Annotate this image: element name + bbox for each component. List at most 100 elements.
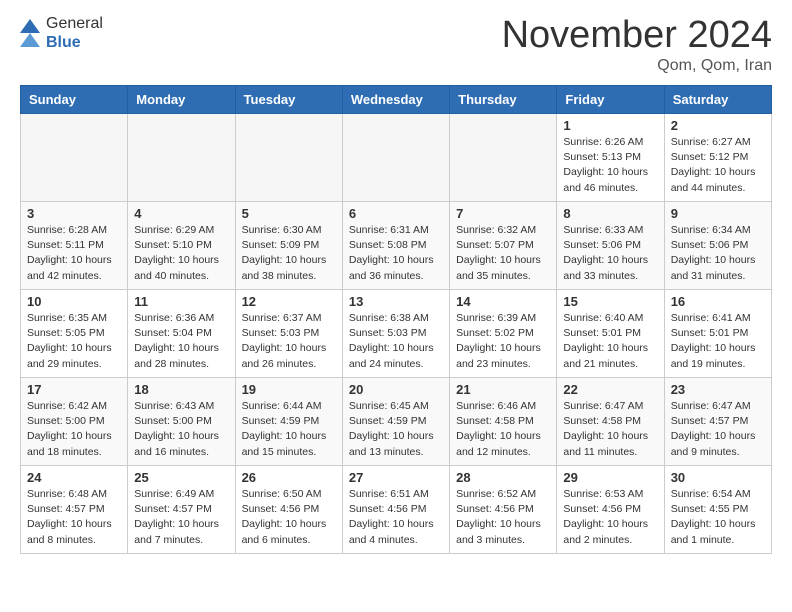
title-block: November 2024 Qom, Qom, Iran xyxy=(502,14,772,75)
logo-general: General xyxy=(46,14,103,33)
day-number: 29 xyxy=(563,470,657,485)
day-info: Sunrise: 6:34 AM Sunset: 5:06 PM Dayligh… xyxy=(671,224,756,282)
calendar-day-cell: 17 Sunrise: 6:42 AM Sunset: 5:00 PM Dayli… xyxy=(21,378,128,466)
logo-blue: Blue xyxy=(46,33,103,52)
day-number: 30 xyxy=(671,470,765,485)
calendar-day-cell: 21Sunrise: 6:46 AM Sunset: 4:58 PM Dayli… xyxy=(450,378,557,466)
weekday-header-friday: Friday xyxy=(557,86,664,114)
day-info: Sunrise: 6:45 AM Sunset: 4:59 PM Dayligh… xyxy=(349,400,434,458)
day-number: 17 xyxy=(27,382,121,397)
day-info: Sunrise: 6:51 AM Sunset: 4:56 PM Dayligh… xyxy=(349,488,434,546)
calendar-day-cell: 11Sunrise: 6:36 AM Sunset: 5:04 PM Dayli… xyxy=(128,290,235,378)
day-number: 18 xyxy=(134,382,228,397)
month-title: November 2024 xyxy=(502,14,772,57)
day-info: Sunrise: 6:47 AM Sunset: 4:57 PM Dayligh… xyxy=(671,400,756,458)
day-number: 7 xyxy=(456,206,550,221)
day-info: Sunrise: 6:38 AM Sunset: 5:03 PM Dayligh… xyxy=(349,312,434,370)
calendar-day-cell: 20 Sunrise: 6:45 AM Sunset: 4:59 PM Dayli… xyxy=(342,378,449,466)
day-info: Sunrise: 6:37 AM Sunset: 5:03 PM Dayligh… xyxy=(242,312,327,370)
day-number: 15 xyxy=(563,294,657,309)
day-info: Sunrise: 6:47 AM Sunset: 4:58 PM Dayligh… xyxy=(563,400,648,458)
weekday-header-thursday: Thursday xyxy=(450,86,557,114)
day-info: Sunrise: 6:43 AM Sunset: 5:00 PM Dayligh… xyxy=(134,400,219,458)
day-number: 16 xyxy=(671,294,765,309)
calendar-day-cell: 14 Sunrise: 6:39 AM Sunset: 5:02 PM Dayli… xyxy=(450,290,557,378)
day-info: Sunrise: 6:54 AM Sunset: 4:55 PM Dayligh… xyxy=(671,488,756,546)
calendar-day-cell: 8 Sunrise: 6:33 AM Sunset: 5:06 PM Daylig… xyxy=(557,202,664,290)
day-info: Sunrise: 6:26 AM Sunset: 5:13 PM Dayligh… xyxy=(563,136,648,194)
calendar-day-cell: 5 Sunrise: 6:30 AM Sunset: 5:09 PM Daylig… xyxy=(235,202,342,290)
day-info: Sunrise: 6:42 AM Sunset: 5:00 PM Dayligh… xyxy=(27,400,112,458)
calendar-day-cell: 1Sunrise: 6:26 AM Sunset: 5:13 PM Daylig… xyxy=(557,114,664,202)
calendar-day-cell xyxy=(342,114,449,202)
location-title: Qom, Qom, Iran xyxy=(502,57,772,75)
calendar-day-cell: 28 Sunrise: 6:52 AM Sunset: 4:56 PM Dayli… xyxy=(450,466,557,554)
header: General Blue November 2024 Qom, Qom, Ira… xyxy=(0,0,792,85)
day-info: Sunrise: 6:39 AM Sunset: 5:02 PM Dayligh… xyxy=(456,312,541,370)
day-info: Sunrise: 6:27 AM Sunset: 5:12 PM Dayligh… xyxy=(671,136,756,194)
day-number: 10 xyxy=(27,294,121,309)
day-info: Sunrise: 6:33 AM Sunset: 5:06 PM Dayligh… xyxy=(563,224,648,282)
day-number: 24 xyxy=(27,470,121,485)
day-number: 19 xyxy=(242,382,336,397)
weekday-header-sunday: Sunday xyxy=(21,86,128,114)
weekday-header-tuesday: Tuesday xyxy=(235,86,342,114)
day-number: 8 xyxy=(563,206,657,221)
calendar-week-row: 10 Sunrise: 6:35 AM Sunset: 5:05 PM Dayli… xyxy=(21,290,772,378)
day-info: Sunrise: 6:29 AM Sunset: 5:10 PM Dayligh… xyxy=(134,224,219,282)
day-number: 23 xyxy=(671,382,765,397)
day-info: Sunrise: 6:49 AM Sunset: 4:57 PM Dayligh… xyxy=(134,488,219,546)
calendar-day-cell: 4Sunrise: 6:29 AM Sunset: 5:10 PM Daylig… xyxy=(128,202,235,290)
day-number: 20 xyxy=(349,382,443,397)
calendar-day-cell: 10 Sunrise: 6:35 AM Sunset: 5:05 PM Dayli… xyxy=(21,290,128,378)
day-info: Sunrise: 6:35 AM Sunset: 5:05 PM Dayligh… xyxy=(27,312,112,370)
day-info: Sunrise: 6:41 AM Sunset: 5:01 PM Dayligh… xyxy=(671,312,756,370)
calendar-week-row: 1Sunrise: 6:26 AM Sunset: 5:13 PM Daylig… xyxy=(21,114,772,202)
calendar-day-cell: 24 Sunrise: 6:48 AM Sunset: 4:57 PM Dayli… xyxy=(21,466,128,554)
day-number: 27 xyxy=(349,470,443,485)
day-info: Sunrise: 6:30 AM Sunset: 5:09 PM Dayligh… xyxy=(242,224,327,282)
calendar-day-cell: 2 Sunrise: 6:27 AM Sunset: 5:12 PM Daylig… xyxy=(664,114,771,202)
calendar-day-cell: 3 Sunrise: 6:28 AM Sunset: 5:11 PM Daylig… xyxy=(21,202,128,290)
calendar-week-row: 24 Sunrise: 6:48 AM Sunset: 4:57 PM Dayli… xyxy=(21,466,772,554)
day-info: Sunrise: 6:52 AM Sunset: 4:56 PM Dayligh… xyxy=(456,488,541,546)
calendar-day-cell: 29 Sunrise: 6:53 AM Sunset: 4:56 PM Dayli… xyxy=(557,466,664,554)
calendar-day-cell: 9 Sunrise: 6:34 AM Sunset: 5:06 PM Daylig… xyxy=(664,202,771,290)
day-info: Sunrise: 6:50 AM Sunset: 4:56 PM Dayligh… xyxy=(242,488,327,546)
day-info: Sunrise: 6:48 AM Sunset: 4:57 PM Dayligh… xyxy=(27,488,112,546)
calendar-day-cell xyxy=(450,114,557,202)
day-number: 14 xyxy=(456,294,550,309)
calendar-day-cell: 27 Sunrise: 6:51 AM Sunset: 4:56 PM Dayli… xyxy=(342,466,449,554)
day-info: Sunrise: 6:44 AM Sunset: 4:59 PM Dayligh… xyxy=(242,400,327,458)
calendar-day-cell: 30 Sunrise: 6:54 AM Sunset: 4:55 PM Dayli… xyxy=(664,466,771,554)
day-info: Sunrise: 6:31 AM Sunset: 5:08 PM Dayligh… xyxy=(349,224,434,282)
calendar-day-cell xyxy=(128,114,235,202)
day-number: 5 xyxy=(242,206,336,221)
calendar-day-cell: 12 Sunrise: 6:37 AM Sunset: 5:03 PM Dayli… xyxy=(235,290,342,378)
day-number: 28 xyxy=(456,470,550,485)
day-number: 26 xyxy=(242,470,336,485)
calendar-week-row: 3 Sunrise: 6:28 AM Sunset: 5:11 PM Daylig… xyxy=(21,202,772,290)
calendar-table: SundayMondayTuesdayWednesdayThursdayFrid… xyxy=(20,85,772,554)
day-number: 22 xyxy=(563,382,657,397)
day-number: 3 xyxy=(27,206,121,221)
day-info: Sunrise: 6:53 AM Sunset: 4:56 PM Dayligh… xyxy=(563,488,648,546)
day-number: 9 xyxy=(671,206,765,221)
weekday-header-monday: Monday xyxy=(128,86,235,114)
day-number: 13 xyxy=(349,294,443,309)
day-info: Sunrise: 6:28 AM Sunset: 5:11 PM Dayligh… xyxy=(27,224,112,282)
calendar-day-cell xyxy=(21,114,128,202)
page-container: General Blue November 2024 Qom, Qom, Ira… xyxy=(0,0,792,612)
calendar-day-cell: 6Sunrise: 6:31 AM Sunset: 5:08 PM Daylig… xyxy=(342,202,449,290)
day-number: 25 xyxy=(134,470,228,485)
day-number: 12 xyxy=(242,294,336,309)
day-number: 2 xyxy=(671,118,765,133)
day-info: Sunrise: 6:40 AM Sunset: 5:01 PM Dayligh… xyxy=(563,312,648,370)
day-info: Sunrise: 6:46 AM Sunset: 4:58 PM Dayligh… xyxy=(456,400,541,458)
calendar-week-row: 17 Sunrise: 6:42 AM Sunset: 5:00 PM Dayli… xyxy=(21,378,772,466)
calendar-day-cell: 7Sunrise: 6:32 AM Sunset: 5:07 PM Daylig… xyxy=(450,202,557,290)
day-number: 11 xyxy=(134,294,228,309)
weekday-header-saturday: Saturday xyxy=(664,86,771,114)
calendar-day-cell: 25 Sunrise: 6:49 AM Sunset: 4:57 PM Dayli… xyxy=(128,466,235,554)
weekday-header-wednesday: Wednesday xyxy=(342,86,449,114)
